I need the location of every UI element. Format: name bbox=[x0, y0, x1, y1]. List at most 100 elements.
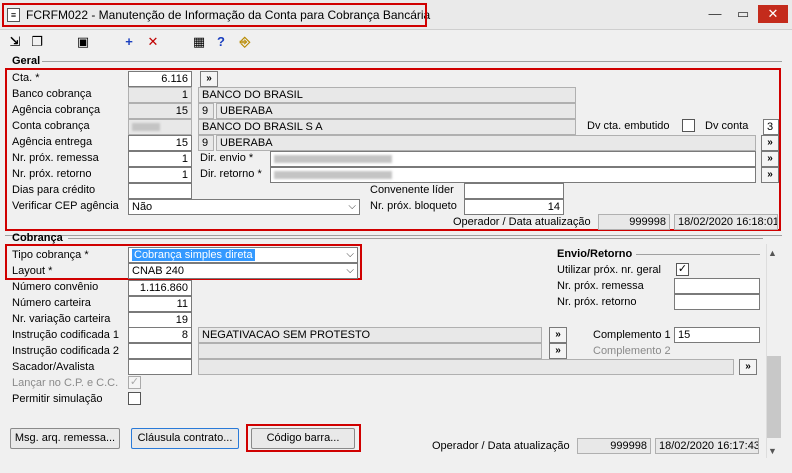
instr1-label: Instrução codificada 1 bbox=[12, 329, 120, 341]
export-icon[interactable]: ⇲ bbox=[6, 33, 24, 51]
dir-envio-label: Dir. envio * bbox=[200, 152, 254, 164]
lancar-label: Lançar no C.P. e C.C. bbox=[12, 377, 119, 389]
scroll-up-icon[interactable]: ▲ bbox=[768, 248, 777, 258]
geral-group-title: Geral bbox=[12, 55, 41, 67]
help-icon[interactable]: ? bbox=[212, 33, 230, 51]
variacao-input[interactable]: 19 bbox=[128, 312, 192, 328]
geral-operador-label: Operador / Data atualização bbox=[453, 216, 591, 228]
exit-door-icon[interactable]: ⎆ bbox=[236, 33, 254, 51]
dv-embutido-label: Dv cta. embutido bbox=[587, 120, 670, 132]
cobranca-group-title: Cobrança bbox=[12, 232, 63, 244]
dv-conta-input[interactable]: 3 bbox=[763, 119, 779, 135]
remessa-input[interactable]: 1 bbox=[128, 151, 192, 167]
add-icon[interactable]: + bbox=[120, 33, 138, 51]
maximize-icon[interactable]: ▭ bbox=[730, 5, 756, 23]
codigo-barra-button[interactable]: Código barra... bbox=[251, 428, 355, 449]
geral-operador-field: 999998 bbox=[598, 214, 670, 230]
scrollbar-thumb[interactable] bbox=[767, 356, 781, 438]
retorno-input[interactable]: 1 bbox=[128, 167, 192, 183]
conta-cob-label: Conta cobrança bbox=[12, 120, 90, 132]
envio-retorno-divider bbox=[636, 254, 760, 255]
complemento1-input[interactable]: 15 bbox=[674, 327, 760, 343]
convenio-label: Número convênio bbox=[12, 281, 99, 293]
layout-label: Layout * bbox=[12, 265, 53, 277]
carteira-label: Número carteira bbox=[12, 297, 91, 309]
cobranca-top-divider bbox=[5, 235, 782, 236]
instr1-code-input[interactable]: 8 bbox=[128, 327, 192, 343]
windows-icon[interactable]: ❐ bbox=[28, 33, 46, 51]
cta-input[interactable]: 6.116 bbox=[128, 71, 192, 87]
conta-cob-name-field: BANCO DO BRASIL S A bbox=[198, 119, 576, 135]
carteira-input[interactable]: 11 bbox=[128, 296, 192, 312]
agencia-cob-dv-field: 9 bbox=[198, 103, 214, 119]
banco-name-field: BANCO DO BRASIL bbox=[198, 87, 576, 103]
close-icon[interactable]: ✕ bbox=[758, 5, 788, 23]
cobranca-operador-field: 999998 bbox=[577, 438, 651, 454]
delete-icon[interactable]: ✕ bbox=[144, 33, 162, 51]
toolbar bbox=[0, 30, 792, 54]
complemento2-label: Complemento 2 bbox=[593, 345, 671, 357]
sacador-code-input[interactable] bbox=[128, 359, 192, 375]
sacador-label: Sacador/Avalista bbox=[12, 361, 95, 373]
complemento1-label: Complemento 1 bbox=[593, 329, 671, 341]
cta-lookup-button[interactable]: » bbox=[200, 71, 218, 87]
lancar-checkbox[interactable]: ✓ bbox=[128, 376, 141, 389]
dir-envio-browse-button[interactable]: » bbox=[761, 151, 779, 167]
convenio-input[interactable]: 1.116.860 bbox=[128, 280, 192, 296]
dias-credito-input[interactable] bbox=[128, 183, 192, 199]
utilizar-label: Utilizar próx. nr. geral bbox=[557, 264, 661, 276]
bloqueto-label: Nr. próx. bloqueto bbox=[370, 200, 457, 212]
prox-retorno-input[interactable] bbox=[674, 294, 760, 310]
dir-retorno-label: Dir. retorno * bbox=[200, 168, 262, 180]
variacao-label: Nr. variação carteira bbox=[12, 313, 111, 325]
agencia-ent-code-input[interactable]: 15 bbox=[128, 135, 192, 151]
prox-remessa-label: Nr. próx. remessa bbox=[557, 280, 644, 292]
save-icon[interactable]: ▣ bbox=[74, 33, 92, 51]
instr1-text-field: NEGATIVACAO SEM PROTESTO bbox=[198, 327, 542, 343]
clausula-contrato-button[interactable]: Cláusula contrato... bbox=[131, 428, 239, 449]
cobranca-data-field: 18/02/2020 16:17:43 bbox=[655, 438, 759, 454]
dir-retorno-input[interactable] bbox=[270, 167, 756, 183]
cep-select[interactable]: Não ⌵ bbox=[128, 199, 360, 215]
msg-arq-remessa-button[interactable]: Msg. arq. remessa... bbox=[10, 428, 120, 449]
agencia-ent-lookup-button[interactable]: » bbox=[761, 135, 779, 151]
agencia-ent-dv-field: 9 bbox=[198, 135, 214, 151]
instr2-text-field bbox=[198, 343, 542, 359]
sacador-lookup-button[interactable]: » bbox=[739, 359, 757, 375]
utilizar-checkbox[interactable]: ✓ bbox=[676, 263, 689, 276]
layout-select[interactable]: CNAB 240 ⌵ bbox=[128, 263, 358, 279]
instr2-code-input[interactable] bbox=[128, 343, 192, 359]
cobranca-divider bbox=[68, 238, 763, 239]
instr2-label: Instrução codificada 2 bbox=[12, 345, 120, 357]
prox-remessa-input[interactable] bbox=[674, 278, 760, 294]
retorno-label: Nr. próx. retorno bbox=[12, 168, 92, 180]
agencia-ent-name-field: UBERABA bbox=[216, 135, 756, 151]
banco-code-field: 1 bbox=[128, 87, 192, 103]
tipo-select-value: Cobrança simples direta bbox=[132, 249, 255, 261]
agencia-ent-label: Agência entrega bbox=[12, 136, 93, 148]
cep-label: Verificar CEP agência bbox=[12, 200, 119, 212]
cobranca-operador-label: Operador / Data atualização bbox=[432, 440, 570, 452]
calendar-icon[interactable]: ▦ bbox=[190, 33, 208, 51]
cep-select-value: Não bbox=[132, 201, 153, 213]
agencia-cob-code-field: 15 bbox=[128, 103, 192, 119]
dir-retorno-browse-button[interactable]: » bbox=[761, 167, 779, 183]
minimize-icon[interactable]: — bbox=[702, 5, 728, 23]
instr2-lookup-button[interactable]: » bbox=[549, 343, 567, 359]
instr1-lookup-button[interactable]: » bbox=[549, 327, 567, 343]
dir-envio-input[interactable] bbox=[270, 151, 756, 167]
agencia-cob-label: Agência cobrança bbox=[12, 104, 101, 116]
dias-credito-label: Dias para crédito bbox=[12, 184, 96, 196]
envio-retorno-title: Envio/Retorno bbox=[557, 248, 633, 260]
chevron-down-icon: ⌵ bbox=[346, 265, 354, 276]
tipo-select[interactable]: Cobrança simples direta ⌵ bbox=[128, 247, 358, 263]
dv-embutido-checkbox[interactable] bbox=[682, 119, 695, 132]
conta-cob-number-field bbox=[128, 119, 192, 135]
bloqueto-input[interactable]: 14 bbox=[464, 199, 564, 215]
remessa-label: Nr. próx. remessa bbox=[12, 152, 99, 164]
agencia-cob-name-field: UBERABA bbox=[216, 103, 576, 119]
convenente-input[interactable] bbox=[464, 183, 564, 199]
tipo-label: Tipo cobrança * bbox=[12, 249, 89, 261]
scroll-down-icon[interactable]: ▼ bbox=[768, 446, 777, 456]
simulacao-checkbox[interactable] bbox=[128, 392, 141, 405]
